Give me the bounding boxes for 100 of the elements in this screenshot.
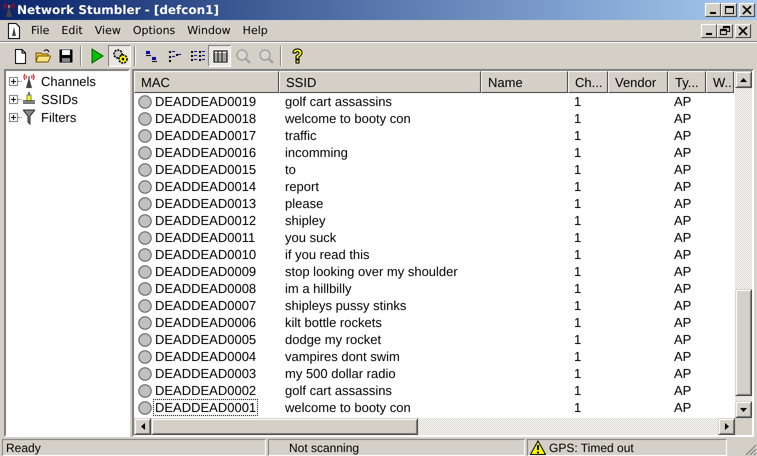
scroll-down-button[interactable] [735, 401, 752, 418]
vertical-scrollbar[interactable] [735, 71, 752, 418]
scroll-thumb[interactable] [735, 289, 752, 396]
menu-item[interactable]: File [25, 24, 56, 37]
close-button[interactable] [739, 3, 755, 17]
menu-item[interactable]: View [88, 24, 127, 37]
table-cell: incomming [285, 145, 348, 160]
circle-icon [138, 230, 152, 244]
column-header[interactable]: Ty... [668, 71, 706, 93]
table-cell: AP [674, 332, 692, 347]
table-cell: DEADDEAD0009 [154, 264, 258, 279]
column-header[interactable]: MAC [134, 71, 279, 93]
table-cell: DEADDEAD0002 [154, 383, 258, 398]
table-cell: if you read this [285, 247, 370, 262]
down-arrow-icon [740, 408, 747, 412]
scrollbar-corner [735, 418, 752, 435]
table-cell: AP [674, 366, 692, 381]
table-cell: AP [674, 196, 692, 211]
magnifier-icon [258, 48, 274, 64]
circle-icon [138, 146, 152, 160]
table-cell: DEADDEAD0011 [154, 230, 256, 245]
details-view-icon [212, 48, 228, 64]
document-icon [7, 22, 21, 38]
table-cell: DEADDEAD0006 [154, 315, 258, 330]
tree-item[interactable]: Filters [41, 110, 76, 124]
table-cell: please [285, 196, 324, 211]
toolbar-button[interactable] [208, 45, 231, 67]
circle-icon [138, 350, 152, 364]
table-cell: AP [674, 162, 692, 177]
column-header[interactable]: Ch... [568, 71, 608, 93]
menu-item[interactable]: Help [236, 24, 274, 37]
table-cell: 1 [574, 213, 582, 228]
scroll-left-button[interactable] [134, 418, 151, 435]
minimize-button[interactable] [701, 24, 717, 38]
table-cell: 1 [574, 281, 582, 296]
minimize-button[interactable] [705, 3, 721, 17]
scroll-thumb[interactable] [151, 418, 418, 435]
circle-icon [138, 196, 152, 210]
document-icon-button[interactable] [7, 22, 21, 38]
table-cell: AP [674, 128, 692, 143]
table-cell: 1 [574, 383, 582, 398]
circle-icon [138, 366, 152, 380]
menu-item[interactable]: Edit [55, 24, 89, 37]
tree-item[interactable]: SSIDs [41, 92, 78, 106]
restore-icon [719, 26, 731, 36]
toolbar-button[interactable] [108, 45, 131, 67]
warning-icon [530, 440, 546, 455]
status-text: Not scanning [268, 439, 525, 456]
table-cell: DEADDEAD0008 [154, 281, 258, 296]
table-cell: 1 [574, 196, 582, 211]
table-cell: AP [674, 281, 692, 296]
table-cell: vampires dont swim [285, 349, 400, 364]
table-cell: DEADDEAD0003 [154, 366, 258, 381]
column-header[interactable]: W... [706, 71, 734, 93]
close-icon [741, 5, 753, 15]
table-cell: golf cart assassins [285, 383, 392, 398]
expand-button[interactable] [9, 76, 18, 86]
table-cell: welcome to booty con [285, 400, 411, 415]
play-icon [88, 48, 104, 64]
table-cell: dodge my rocket [285, 332, 382, 347]
table-cell: DEADDEAD0017 [154, 128, 258, 143]
table-cell: 1 [574, 298, 582, 313]
table-cell: AP [674, 247, 692, 262]
column-header[interactable]: SSID [279, 71, 481, 93]
circle-icon [138, 332, 152, 346]
column-header[interactable]: Name [481, 71, 568, 93]
tree-item[interactable]: Channels [41, 74, 96, 88]
expand-button[interactable] [9, 94, 18, 104]
table-cell: 1 [574, 162, 582, 177]
close-icon [737, 26, 749, 36]
expand-button[interactable] [9, 112, 18, 122]
table-cell: DEADDEAD0019 [154, 94, 258, 109]
table-cell: 1 [574, 247, 582, 262]
plus-icon [9, 94, 18, 104]
menu-item[interactable]: Options [126, 24, 182, 37]
table-cell: stop looking over my shoulder [285, 264, 458, 279]
status-text: Ready [2, 439, 266, 456]
table-cell: 1 [574, 111, 582, 126]
close-button[interactable] [735, 24, 751, 38]
scroll-right-button[interactable] [718, 418, 735, 435]
circle-icon [138, 162, 152, 176]
circle-icon [138, 384, 152, 398]
circle-icon [138, 214, 152, 228]
window-title: Network Stumbler - [defcon1] [17, 3, 220, 17]
table-cell: 1 [574, 128, 582, 143]
circle-icon [138, 316, 152, 330]
table-cell: 1 [574, 400, 582, 415]
right-arrow-icon [724, 423, 728, 430]
table-cell: DEADDEAD0012 [154, 213, 258, 228]
circle-icon [138, 400, 152, 414]
maximize-button[interactable] [721, 3, 737, 17]
menu-item[interactable]: Window [181, 24, 237, 37]
table-cell: AP [674, 298, 692, 313]
gears-icon [112, 48, 128, 64]
horizontal-scrollbar[interactable] [134, 418, 735, 435]
table-cell: traffic [285, 128, 317, 143]
table-cell: report [285, 179, 319, 194]
column-header[interactable]: Vendor [608, 71, 668, 93]
scroll-up-button[interactable] [735, 71, 752, 88]
restore-button[interactable] [717, 24, 733, 38]
